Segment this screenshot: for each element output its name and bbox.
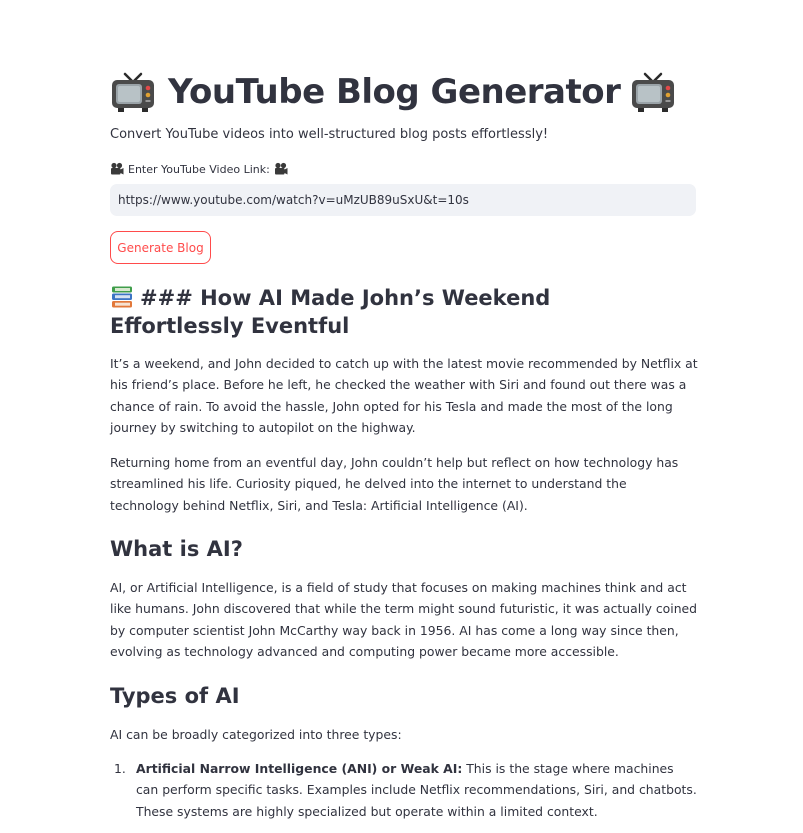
blog-paragraph: It’s a weekend, and John decided to catc… (110, 356, 698, 435)
blog-paragraph: AI can be broadly categorized into three… (110, 727, 402, 742)
list-item-term: Artificial Narrow Intelligence (ANI) or … (136, 761, 463, 776)
camera-icon (111, 162, 124, 175)
tv-icon (112, 72, 154, 112)
page-title: YouTube Blog Generator (110, 68, 676, 116)
blog-heading-text: ### How AI Made John’s Weekend Effortles… (110, 286, 551, 338)
books-icon (112, 286, 132, 308)
youtube-url-input[interactable]: https://www.youtube.com/watch?v=uMzUB89u… (110, 184, 696, 216)
app-page: YouTube Blog Generator Convert YouTube v… (0, 0, 803, 833)
list-item-number: 1. (114, 761, 126, 776)
youtube-url-value: https://www.youtube.com/watch?v=uMzUB89u… (118, 193, 469, 207)
types-list: 1. Artificial Narrow Intelligence (ANI) … (110, 758, 698, 822)
blog-paragraph: AI, or Artificial Intelligence, is a fie… (110, 580, 698, 659)
blog-paragraph: Returning home from an eventful day, Joh… (110, 455, 679, 513)
title-text: YouTube Blog Generator (168, 72, 621, 112)
camera-icon (274, 162, 288, 175)
url-input-label: Enter YouTube Video Link: (110, 162, 288, 176)
section-heading-what-is-ai: What is AI? (110, 537, 243, 561)
generate-blog-button[interactable]: Generate Blog (110, 231, 211, 264)
tv-icon (632, 72, 675, 112)
blog-heading: ### How AI Made John’s Weekend Effortles… (110, 284, 670, 340)
list-item: 1. Artificial Narrow Intelligence (ANI) … (110, 758, 698, 822)
section-heading-types-of-ai: Types of AI (110, 684, 240, 708)
url-input-label-text: Enter YouTube Video Link: (128, 162, 270, 176)
page-subtitle: Convert YouTube videos into well-structu… (110, 127, 549, 142)
